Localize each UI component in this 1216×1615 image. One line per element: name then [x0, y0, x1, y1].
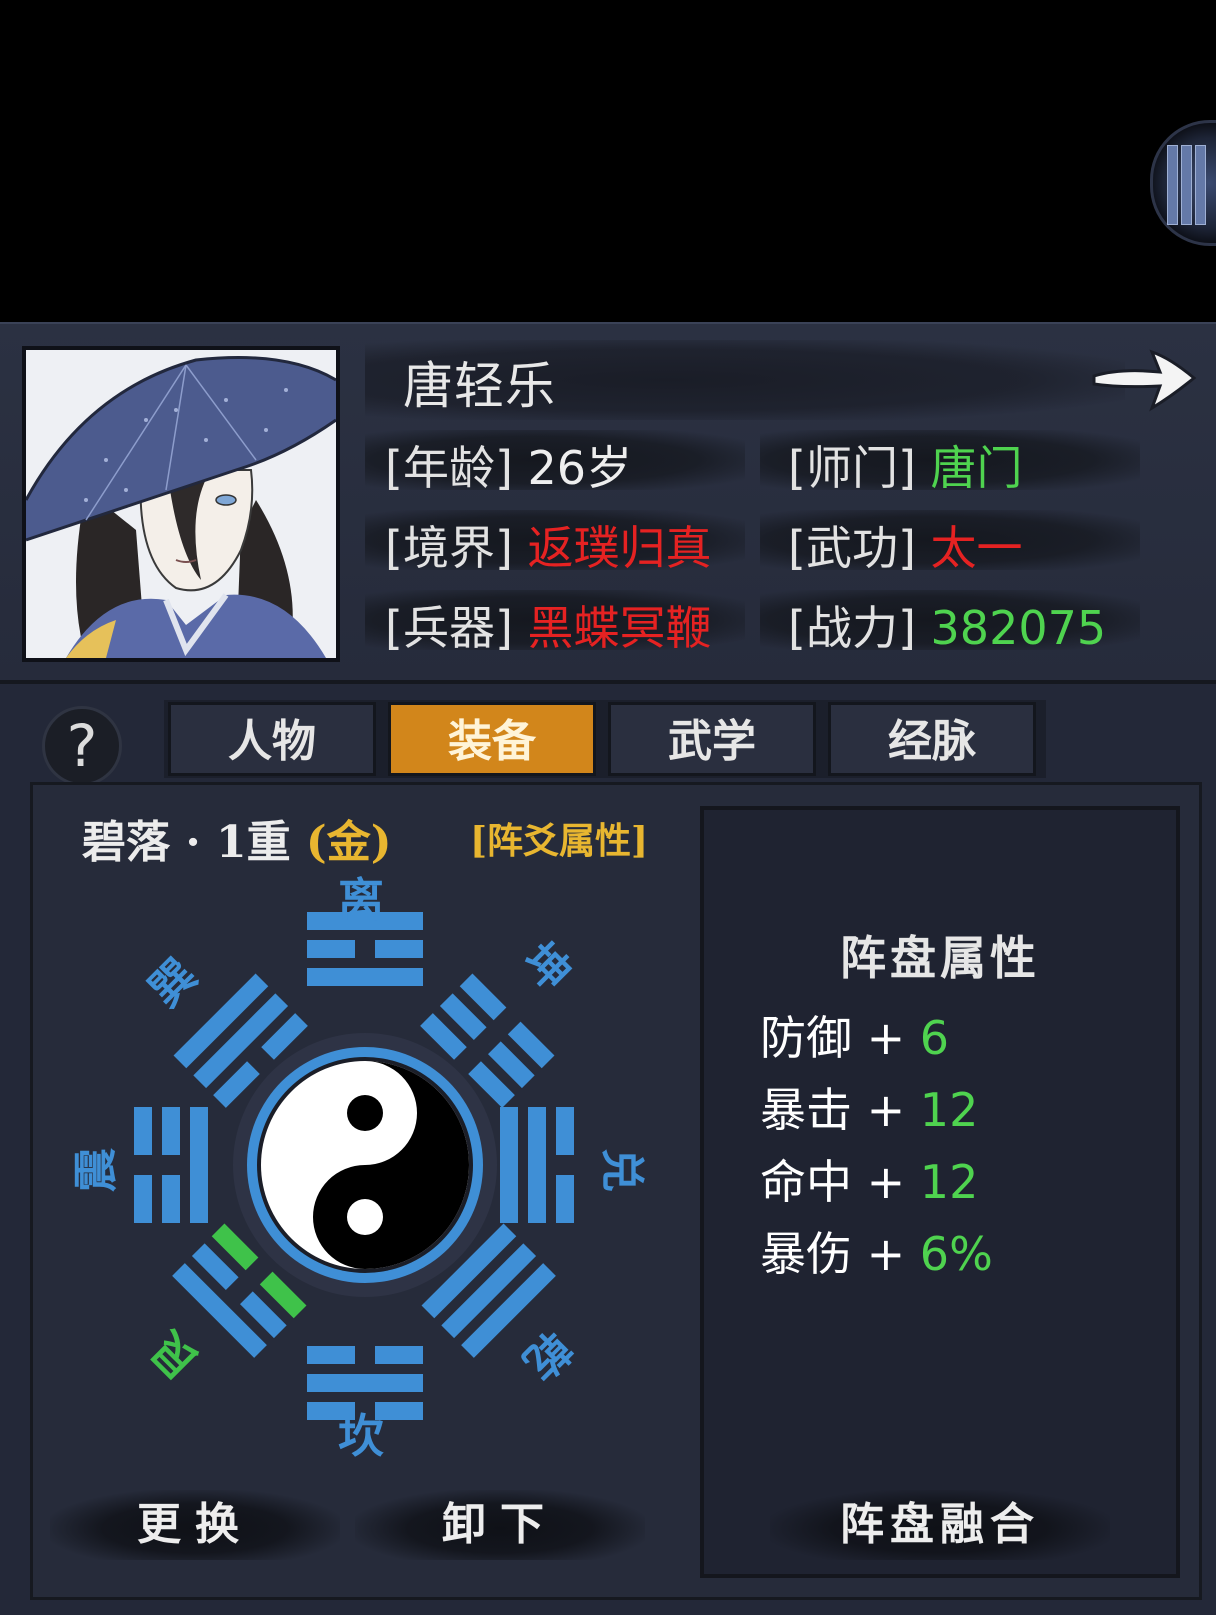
- side-scroll-decoration[interactable]: [1150, 120, 1216, 246]
- stat-name: 暴伤: [760, 1227, 852, 1281]
- realm-row: [境界] 返璞归真: [385, 512, 712, 578]
- replace-button[interactable]: 更换: [50, 1490, 340, 1560]
- realm-label: [境界]: [385, 521, 513, 575]
- stat-value: 6%: [919, 1227, 993, 1281]
- arrow-right-icon: [1092, 349, 1197, 412]
- unequip-button[interactable]: 卸下: [355, 1490, 645, 1560]
- tab-martial-arts[interactable]: 武学: [608, 702, 816, 776]
- stat-name: 暴击: [760, 1083, 852, 1137]
- power-label: [战力]: [788, 601, 916, 655]
- weapon-label: [兵器]: [385, 601, 513, 655]
- stat-row: 命中 + 12: [760, 1146, 978, 1212]
- formation-fusion-button[interactable]: 阵盘融合: [770, 1490, 1110, 1560]
- power-row: [战力] 382075: [788, 592, 1106, 658]
- stat-value: 12: [919, 1155, 979, 1209]
- age-value: 26岁: [527, 441, 633, 495]
- tab-meridians[interactable]: 经脉: [828, 702, 1036, 776]
- question-mark-icon: ?: [66, 712, 98, 780]
- stat-sep: +: [852, 1011, 920, 1065]
- martial-value: 太一: [930, 521, 1023, 575]
- weapon-value: 黑蝶冥鞭: [527, 601, 712, 655]
- stat-row: 暴伤 + 6%: [760, 1218, 993, 1284]
- martial-row: [武功] 太一: [788, 512, 1023, 578]
- yin-yang-center[interactable]: [233, 1033, 497, 1297]
- stat-name: 命中: [760, 1155, 852, 1209]
- power-value: 382075: [930, 601, 1107, 655]
- realm-value: 返璞归真: [527, 521, 712, 575]
- formation-attributes-title: 阵盘属性: [840, 931, 1040, 985]
- trigram-zhen[interactable]: [134, 1107, 208, 1223]
- sect-row: [师门] 唐门: [788, 432, 1023, 498]
- stat-row: 防御 + 6: [760, 1002, 949, 1068]
- portrait-image: [26, 350, 336, 658]
- tab-equipment[interactable]: 装备: [388, 702, 596, 776]
- sect-label: [师门]: [788, 441, 916, 495]
- tab-character[interactable]: 人物: [168, 702, 376, 776]
- help-button[interactable]: ?: [42, 706, 122, 786]
- age-label: [年龄]: [385, 441, 513, 495]
- trigram-label-dui: 兑: [596, 1148, 647, 1192]
- weapon-row: [兵器] 黑蝶冥鞭: [385, 592, 712, 658]
- character-name: 唐轻乐: [403, 357, 556, 415]
- stat-sep: +: [852, 1227, 920, 1281]
- trigram-label-kan: 坎: [338, 1409, 384, 1463]
- trigram-dui[interactable]: [500, 1107, 574, 1223]
- next-character-button[interactable]: [1090, 338, 1200, 418]
- stat-value: 6: [919, 1011, 950, 1065]
- stat-row: 暴击 + 12: [760, 1074, 978, 1140]
- formation-attribute-link[interactable]: [阵爻属性]: [470, 812, 648, 864]
- stat-sep: +: [852, 1155, 920, 1209]
- stat-value: 12: [919, 1083, 979, 1137]
- stat-sep: +: [852, 1083, 920, 1137]
- martial-label: [武功]: [788, 521, 916, 575]
- sect-value: 唐门: [930, 441, 1023, 495]
- trigram-label-zhen: 震: [71, 1148, 122, 1192]
- age-row: [年龄] 26岁: [385, 432, 632, 498]
- stat-name: 防御: [760, 1011, 852, 1065]
- character-portrait: [22, 346, 340, 662]
- trigram-label-li: 离: [338, 873, 384, 927]
